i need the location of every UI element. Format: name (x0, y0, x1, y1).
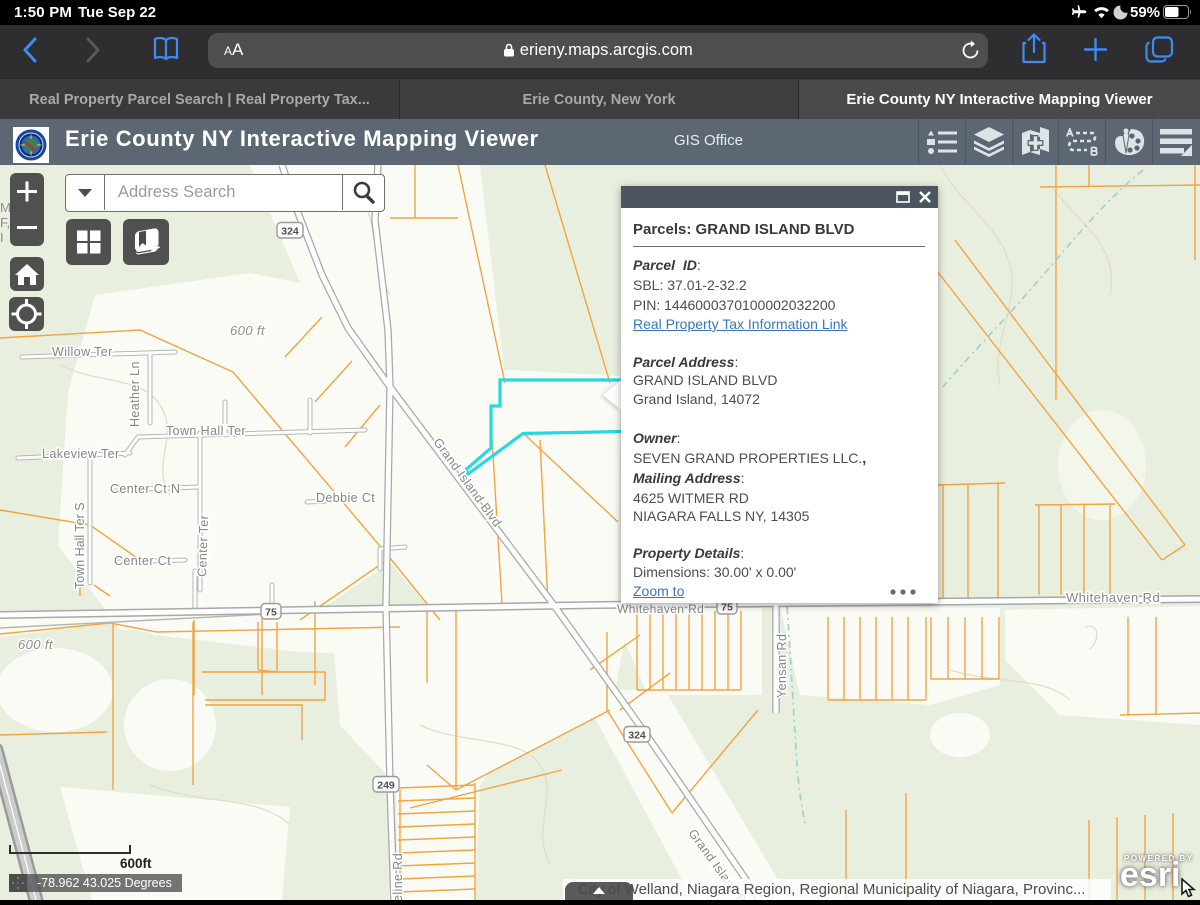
svg-text:Willow Ter: Willow Ter (52, 345, 113, 359)
svg-text:249: 249 (377, 780, 395, 792)
svg-text:Lakeview Ter: Lakeview Ter (42, 447, 120, 461)
svg-text:75: 75 (265, 607, 277, 619)
svg-text:Whitehaven Rd: Whitehaven Rd (1066, 590, 1160, 605)
svg-text:Center Ct N: Center Ct N (110, 482, 180, 496)
svg-text:75: 75 (721, 602, 733, 614)
svg-text:Whitehaven Rd: Whitehaven Rd (617, 602, 704, 616)
svg-text:600 ft: 600 ft (230, 323, 266, 338)
svg-text:Center Ter: Center Ter (195, 515, 211, 578)
svg-text:Center Ct: Center Ct (114, 554, 171, 568)
svg-text:600 ft: 600 ft (18, 637, 54, 652)
svg-text:Town Hall Ter: Town Hall Ter (166, 424, 246, 438)
svg-text:Town Hall Ter S: Town Hall Ter S (73, 502, 87, 589)
svg-text:Yensan Rd: Yensan Rd (775, 634, 789, 698)
svg-text:Heather Ln: Heather Ln (128, 361, 142, 427)
svg-text:eline Rd: eline Rd (391, 853, 405, 900)
svg-text:Debbie Ct: Debbie Ct (316, 491, 375, 505)
svg-text:324: 324 (628, 730, 646, 742)
svg-text:324: 324 (281, 226, 299, 238)
